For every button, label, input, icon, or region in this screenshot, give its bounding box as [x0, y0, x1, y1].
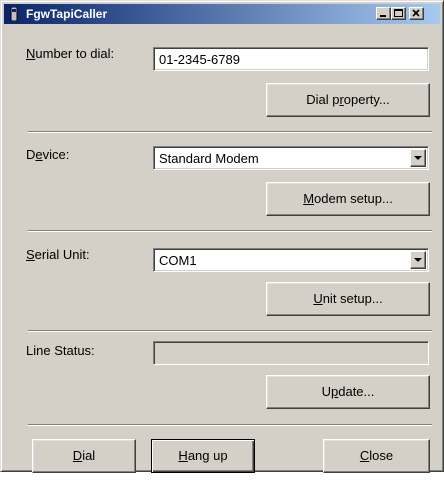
serial-unit-select-value: COM1 — [159, 253, 197, 268]
separator — [28, 330, 432, 332]
phone-app-icon — [9, 6, 19, 22]
chevron-down-icon — [414, 156, 422, 160]
minimize-icon — [380, 15, 386, 17]
maximize-button[interactable] — [391, 7, 406, 20]
chevron-down-icon — [414, 258, 422, 262]
separator — [28, 131, 432, 133]
close-window-button[interactable] — [409, 7, 424, 20]
separator — [28, 424, 432, 426]
unit-setup-button[interactable]: Unit setup... — [266, 282, 430, 316]
minimize-button[interactable] — [376, 7, 391, 20]
modem-setup-button[interactable]: Modem setup... — [266, 182, 430, 216]
close-icon — [412, 9, 420, 17]
line-status-field — [153, 341, 429, 365]
device-select[interactable]: Standard Modem — [153, 146, 429, 170]
number-to-dial-input[interactable]: 01-2345-6789 — [153, 47, 429, 71]
dial-property-button[interactable]: Dial property... — [266, 83, 430, 117]
close-button[interactable]: Close — [323, 439, 430, 473]
update-button[interactable]: Update... — [266, 375, 430, 409]
device-select-value: Standard Modem — [159, 151, 259, 166]
hang-up-button[interactable]: Hang up — [151, 439, 255, 473]
dropdown-button[interactable] — [410, 149, 426, 167]
title-bar[interactable]: FgwTapiCaller — [4, 4, 440, 24]
number-to-dial-label: Number to dial: — [26, 46, 115, 61]
separator — [28, 230, 432, 232]
window-title: FgwTapiCaller — [26, 7, 108, 21]
dialog-window: FgwTapiCaller Number to dial: 01-2345-67… — [0, 0, 444, 473]
device-label: Device: — [26, 147, 70, 162]
dropdown-button[interactable] — [410, 251, 426, 269]
serial-unit-label: Serial Unit: — [26, 247, 90, 262]
dial-button[interactable]: Dial — [32, 439, 136, 473]
line-status-label: Line Status: — [26, 343, 95, 358]
serial-unit-select[interactable]: COM1 — [153, 248, 429, 272]
maximize-icon — [394, 9, 403, 17]
